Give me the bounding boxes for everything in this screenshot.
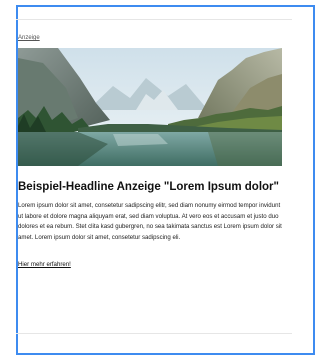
ad-headline[interactable]: Beispiel-Headline Anzeige "Lorem Ipsum d… [18,180,282,195]
ad-label: Anzeige [18,35,40,41]
ad-content: Anzeige Beispiel-Headline Anzeige "Lorem… [18,34,282,271]
learn-more-link[interactable]: Hier mehr erfahren! [18,261,71,268]
top-divider [16,19,292,20]
bottom-divider [16,333,292,334]
ad-image[interactable] [18,48,282,166]
ad-body-text: Lorem ipsum dolor sit amet, consetetur s… [18,202,282,241]
